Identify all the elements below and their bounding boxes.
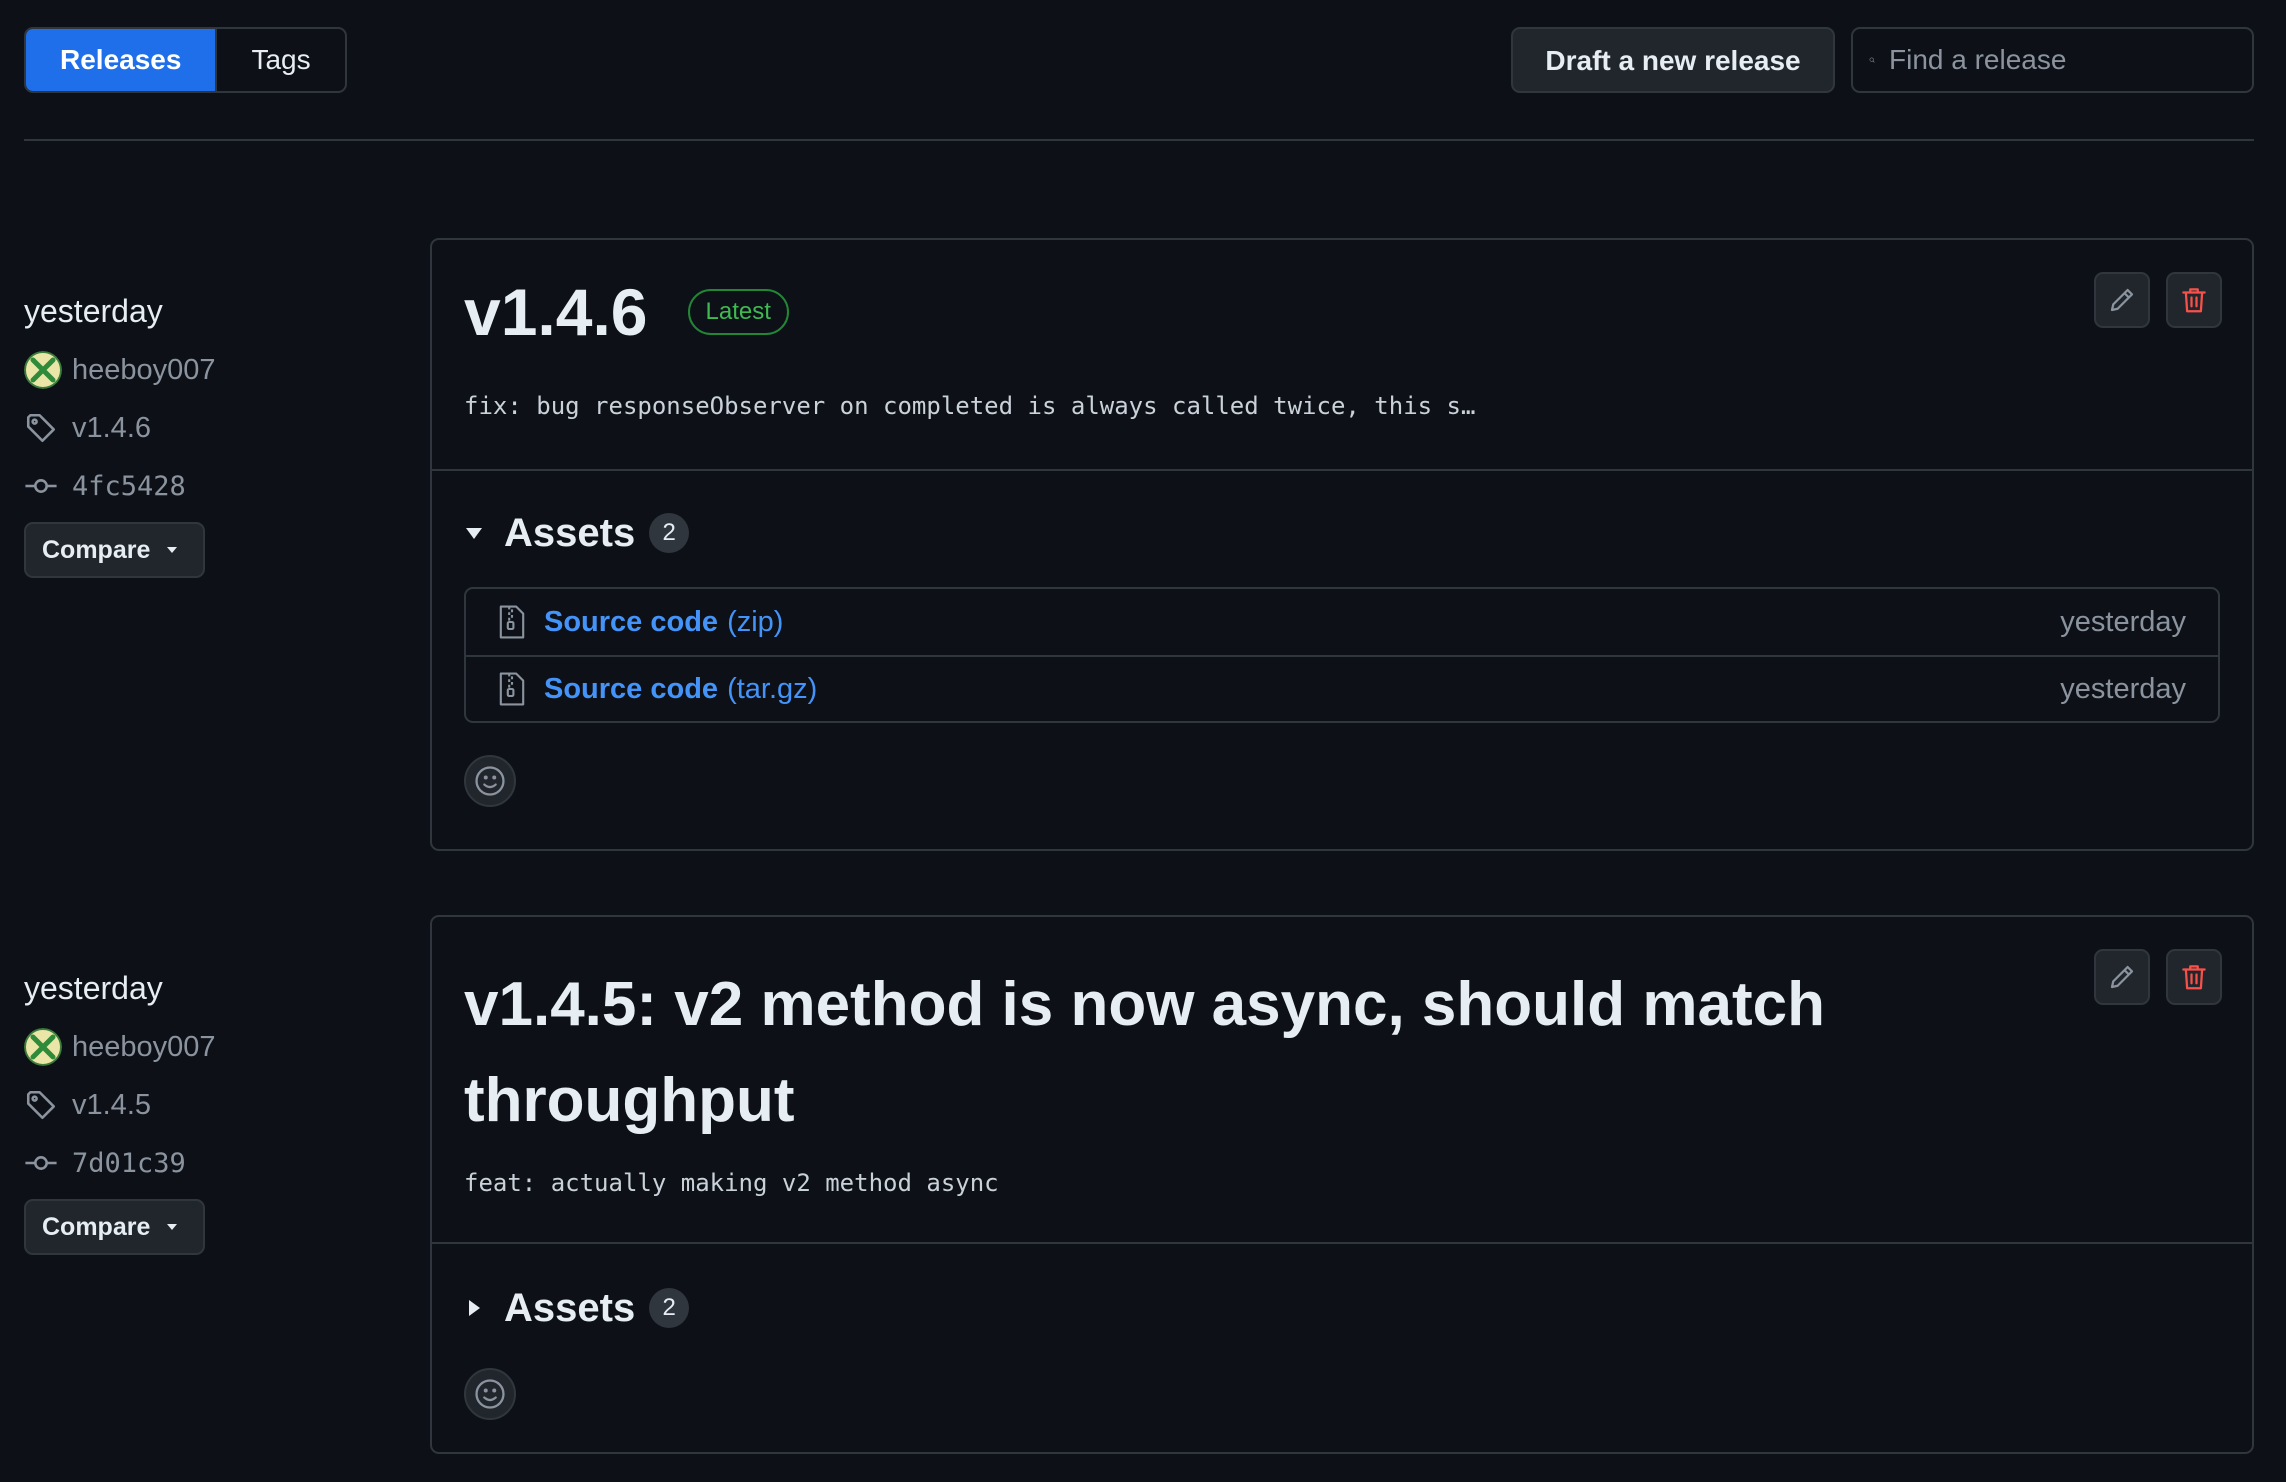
avatar [24, 351, 62, 389]
file-zip-icon [499, 605, 525, 639]
release-description: fix: bug responseObserver on completed i… [464, 392, 1476, 420]
author-name: heeboy007 [72, 1030, 216, 1063]
compare-button[interactable]: Compare [24, 522, 205, 578]
latest-badge: Latest [687, 289, 789, 335]
file-zip-icon [499, 672, 525, 706]
trash-icon [2182, 288, 2206, 313]
release-header: v1.4.6 Latest fix: bug responseObserver … [432, 240, 2252, 471]
assets-count: 2 [649, 513, 690, 553]
commit-sha: 7d01c39 [72, 1147, 186, 1179]
tag-icon [26, 1090, 56, 1120]
assets-toggle[interactable]: Assets 2 [464, 1278, 2220, 1338]
asset-extension[interactable]: (tar.gz) [727, 673, 817, 706]
release-search-box[interactable] [1851, 27, 2254, 93]
release-date: yesterday [24, 293, 163, 329]
release-title[interactable]: v1.4.6 [464, 274, 648, 350]
release-author[interactable]: heeboy007 [24, 1027, 404, 1067]
edit-release-button[interactable] [2094, 949, 2150, 1005]
tag-name: v1.4.5 [72, 1088, 151, 1121]
release-tag[interactable]: v1.4.5 [24, 1085, 404, 1125]
asset-name[interactable]: Source code [544, 673, 718, 706]
pencil-icon [2110, 965, 2134, 989]
release-card: v1.4.5: v2 method is now async, should m… [430, 915, 2254, 1454]
tag-icon [26, 413, 56, 443]
assets-label: Assets [504, 1285, 636, 1330]
author-name: heeboy007 [72, 353, 216, 386]
release-author[interactable]: heeboy007 [24, 350, 404, 390]
add-reaction-button[interactable] [464, 1368, 516, 1420]
triangle-right-icon [469, 1300, 480, 1316]
smiley-icon [475, 1379, 505, 1409]
asset-date: yesterday [2060, 605, 2186, 638]
release-meta: yesterday heeboy007 v1.4.6 4fc5428 Compa… [24, 290, 404, 578]
asset-extension[interactable]: (zip) [727, 606, 783, 639]
commit-sha: 4fc5428 [72, 470, 186, 502]
release-actions [2094, 949, 2222, 1005]
releases-tags-switch: Releases Tags [24, 27, 347, 93]
compare-button[interactable]: Compare [24, 1199, 205, 1255]
compare-label: Compare [42, 1212, 151, 1241]
caret-down-icon [167, 547, 178, 553]
caret-down-icon [167, 1224, 178, 1230]
assets-count: 2 [649, 1288, 690, 1328]
edit-release-button[interactable] [2094, 272, 2150, 328]
release-title-row: v1.4.6 Latest [464, 240, 2220, 350]
tab-releases[interactable]: Releases [26, 29, 216, 91]
asset-date: yesterday [2060, 672, 2186, 705]
delete-release-button[interactable] [2166, 272, 2222, 328]
header-divider [24, 139, 2254, 141]
smiley-icon [475, 766, 505, 796]
release-header: v1.4.5: v2 method is now async, should m… [432, 917, 2252, 1244]
release-card: v1.4.6 Latest fix: bug responseObserver … [430, 238, 2254, 851]
tag-name: v1.4.6 [72, 411, 151, 444]
releases-toolbar: Releases Tags Draft a new release [24, 27, 2254, 93]
asset-row: Source code (zip) yesterday [466, 589, 2218, 655]
triangle-down-icon [466, 528, 482, 539]
commit-icon [25, 1156, 57, 1170]
trash-icon [2182, 965, 2206, 990]
assets-section: Assets 2 Source code (zip) yesterday Sou… [432, 503, 2252, 807]
asset-name[interactable]: Source code [544, 606, 718, 639]
assets-label: Assets [504, 510, 636, 555]
release-commit[interactable]: 4fc5428 [24, 466, 404, 506]
asset-row: Source code (tar.gz) yesterday [466, 655, 2218, 721]
assets-toggle[interactable]: Assets 2 [464, 503, 2220, 563]
tab-tags[interactable]: Tags [215, 29, 344, 91]
add-reaction-button[interactable] [464, 755, 516, 807]
release-title-row: v1.4.5: v2 method is now async, should m… [464, 917, 2004, 1149]
release-title[interactable]: v1.4.5: v2 method is now async, should m… [464, 957, 2004, 1149]
release-actions [2094, 272, 2222, 328]
release-commit[interactable]: 7d01c39 [24, 1143, 404, 1183]
assets-section: Assets 2 [432, 1278, 2252, 1420]
release-date: yesterday [24, 970, 163, 1006]
release-meta: yesterday heeboy007 v1.4.5 7d01c39 Compa… [24, 967, 404, 1255]
search-input[interactable] [1875, 29, 2252, 91]
pencil-icon [2110, 288, 2134, 312]
delete-release-button[interactable] [2166, 949, 2222, 1005]
release-description: feat: actually making v2 method async [464, 1169, 999, 1197]
draft-release-button[interactable]: Draft a new release [1511, 27, 1835, 93]
compare-label: Compare [42, 535, 151, 564]
asset-list: Source code (zip) yesterday Source code … [464, 587, 2220, 723]
commit-icon [25, 479, 57, 493]
avatar [24, 1028, 62, 1066]
release-tag[interactable]: v1.4.6 [24, 408, 404, 448]
